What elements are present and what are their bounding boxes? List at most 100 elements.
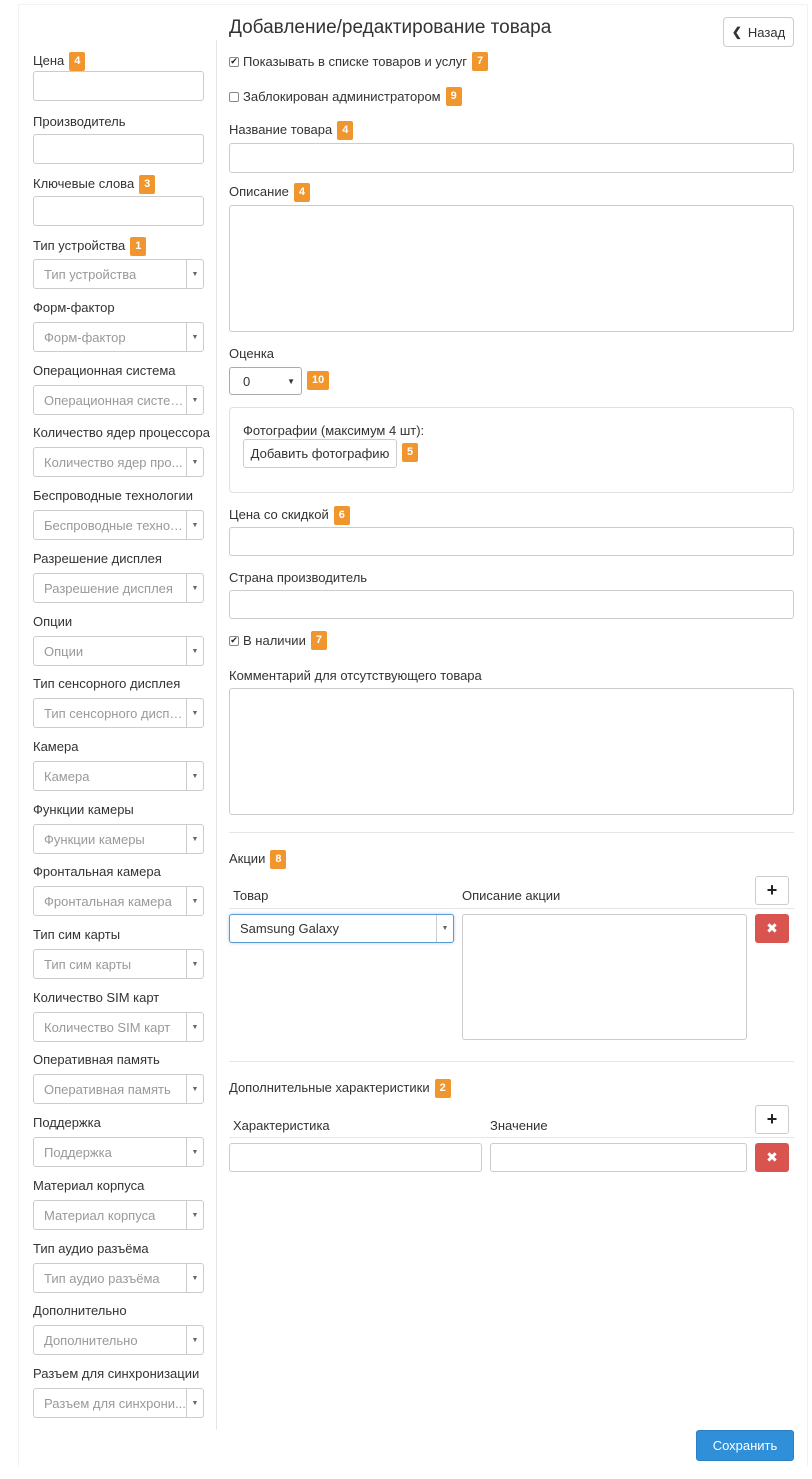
caret-down-icon: ▼ bbox=[186, 386, 203, 414]
caret-down-icon: ▼ bbox=[186, 762, 203, 790]
filter-select[interactable]: Дополнительно ▼ bbox=[33, 1325, 204, 1355]
page-title: Добавление/редактирование товара bbox=[229, 17, 552, 38]
plus-icon: + bbox=[766, 1109, 778, 1129]
missing-comment-textarea[interactable] bbox=[229, 688, 794, 815]
caret-down-icon: ▼ bbox=[186, 448, 203, 476]
manufacturer-input[interactable] bbox=[33, 134, 204, 164]
extra-attributes-label: Дополнительные характеристики 2 bbox=[229, 1079, 451, 1098]
rating-select[interactable]: 0 ▼ bbox=[229, 367, 302, 395]
hint-badge: 3 bbox=[139, 175, 156, 194]
filter-select[interactable]: Форм-фактор ▼ bbox=[33, 322, 204, 352]
missing-comment-label: Комментарий для отсутствующего товара bbox=[229, 668, 482, 683]
promotion-description-textarea[interactable] bbox=[462, 914, 747, 1040]
select-placeholder: Форм-фактор bbox=[44, 329, 126, 345]
product-name-input[interactable] bbox=[229, 143, 794, 173]
add-photo-button[interactable]: Добавить фотографию bbox=[243, 439, 397, 468]
save-button[interactable]: Сохранить bbox=[696, 1430, 794, 1461]
caret-down-icon: ▼ bbox=[186, 1264, 203, 1292]
remove-attribute-button[interactable]: ✖ bbox=[755, 1143, 789, 1172]
filter-select[interactable]: Тип сенсорного диспл... ▼ bbox=[33, 698, 204, 728]
extra-col-value: Значение bbox=[490, 1118, 548, 1133]
filter-select[interactable]: Операционная система ▼ bbox=[33, 385, 204, 415]
filter-select[interactable]: Тип аудио разъёма ▼ bbox=[33, 1263, 204, 1293]
device-type-select[interactable]: Тип устройства ▼ bbox=[33, 259, 204, 289]
show-in-list-checkbox[interactable]: ✔ bbox=[229, 56, 239, 67]
price-input[interactable] bbox=[33, 71, 204, 101]
keywords-input[interactable] bbox=[33, 196, 204, 226]
in-stock-label: В наличии bbox=[243, 633, 306, 648]
hint-badge: 2 bbox=[434, 1079, 451, 1098]
select-placeholder: Тип сим карты bbox=[44, 956, 132, 972]
add-attribute-button[interactable]: + bbox=[755, 1105, 789, 1134]
select-label: Беспроводные технологии bbox=[33, 488, 194, 503]
select-placeholder: Тип устройства bbox=[44, 266, 137, 282]
select-label: Материал корпуса bbox=[33, 1178, 145, 1193]
caret-down-icon: ▼ bbox=[186, 887, 203, 915]
photos-label: Фотографии (максимум 4 шт): bbox=[243, 423, 425, 438]
hint-badge: 6 bbox=[333, 506, 350, 525]
hint-badge: 10 bbox=[307, 371, 330, 390]
attribute-name-input[interactable] bbox=[229, 1143, 482, 1172]
back-button[interactable]: ❮ Назад bbox=[723, 17, 794, 47]
in-stock-checkbox[interactable]: ✔ bbox=[229, 635, 239, 646]
promotion-product-select[interactable]: Samsung Galaxy ▼ bbox=[229, 914, 454, 943]
filter-select[interactable]: Количество SIM карт ▼ bbox=[33, 1012, 204, 1042]
filter-select[interactable]: Разъем для синхрони... ▼ bbox=[33, 1388, 204, 1418]
device-type-label: Тип устройства 1 bbox=[33, 237, 147, 256]
table-header-divider bbox=[229, 908, 794, 909]
blocked-checkbox[interactable] bbox=[229, 91, 239, 102]
select-placeholder: Камера bbox=[44, 768, 90, 784]
rating-value: 0 bbox=[243, 373, 251, 389]
select-placeholder: Дополнительно bbox=[44, 1332, 138, 1348]
caret-down-icon: ▼ bbox=[186, 574, 203, 602]
caret-down-icon: ▼ bbox=[287, 376, 295, 386]
filter-select[interactable]: Количество ядер про... ▼ bbox=[33, 447, 204, 477]
remove-promotion-button[interactable]: ✖ bbox=[755, 914, 789, 943]
filter-select[interactable]: Камера ▼ bbox=[33, 761, 204, 791]
discount-price-input[interactable] bbox=[229, 527, 794, 556]
filter-select[interactable]: Опции ▼ bbox=[33, 636, 204, 666]
select-label: Тип сенсорного дисплея bbox=[33, 676, 181, 691]
select-placeholder: Количество SIM карт bbox=[44, 1019, 171, 1035]
select-label: Функции камеры bbox=[33, 802, 134, 817]
filter-select[interactable]: Функции камеры ▼ bbox=[33, 824, 204, 854]
hint-badge: 4 bbox=[69, 52, 86, 71]
close-icon: ✖ bbox=[766, 1149, 778, 1165]
price-label: Цена 4 bbox=[33, 52, 86, 71]
select-placeholder: Количество ядер про... bbox=[44, 454, 183, 470]
caret-down-icon: ▼ bbox=[186, 323, 203, 351]
caret-down-icon: ▼ bbox=[186, 511, 203, 539]
filter-select[interactable]: Поддержка ▼ bbox=[33, 1137, 204, 1167]
attribute-value-input[interactable] bbox=[490, 1143, 747, 1172]
select-label: Опции bbox=[33, 614, 73, 629]
select-placeholder: Разъем для синхрони... bbox=[44, 1395, 186, 1411]
caret-down-icon: ▼ bbox=[186, 1326, 203, 1354]
description-textarea[interactable] bbox=[229, 205, 794, 332]
photos-panel: Фотографии (максимум 4 шт): Добавить фот… bbox=[229, 407, 794, 493]
add-promotion-button[interactable]: + bbox=[755, 876, 789, 905]
hint-badge: 9 bbox=[445, 87, 462, 106]
filter-select[interactable]: Беспроводные технол... ▼ bbox=[33, 510, 204, 540]
filter-select[interactable]: Оперативная память ▼ bbox=[33, 1074, 204, 1104]
rating-label: Оценка bbox=[229, 346, 275, 361]
filter-select[interactable]: Тип сим карты ▼ bbox=[33, 949, 204, 979]
section-divider bbox=[229, 832, 794, 833]
select-placeholder: Фронтальная камера bbox=[44, 893, 172, 909]
select-label: Количество SIM карт bbox=[33, 990, 160, 1005]
close-icon: ✖ bbox=[766, 920, 778, 936]
filter-select[interactable]: Фронтальная камера ▼ bbox=[33, 886, 204, 916]
select-label: Операционная система bbox=[33, 363, 176, 378]
caret-down-icon: ▼ bbox=[186, 950, 203, 978]
select-label: Оперативная память bbox=[33, 1052, 160, 1067]
hint-badge: 7 bbox=[310, 631, 327, 650]
caret-down-icon: ▼ bbox=[186, 260, 203, 288]
select-placeholder: Операционная система bbox=[44, 392, 186, 408]
select-label: Разрешение дисплея bbox=[33, 551, 162, 566]
select-label: Тип сим карты bbox=[33, 927, 121, 942]
table-header-divider bbox=[229, 1137, 794, 1138]
filter-select[interactable]: Материал корпуса ▼ bbox=[33, 1200, 204, 1230]
back-button-label: Назад bbox=[747, 24, 786, 40]
filter-select[interactable]: Разрешение дисплея ▼ bbox=[33, 573, 204, 603]
country-input[interactable] bbox=[229, 590, 794, 619]
select-placeholder: Функции камеры bbox=[44, 831, 145, 847]
